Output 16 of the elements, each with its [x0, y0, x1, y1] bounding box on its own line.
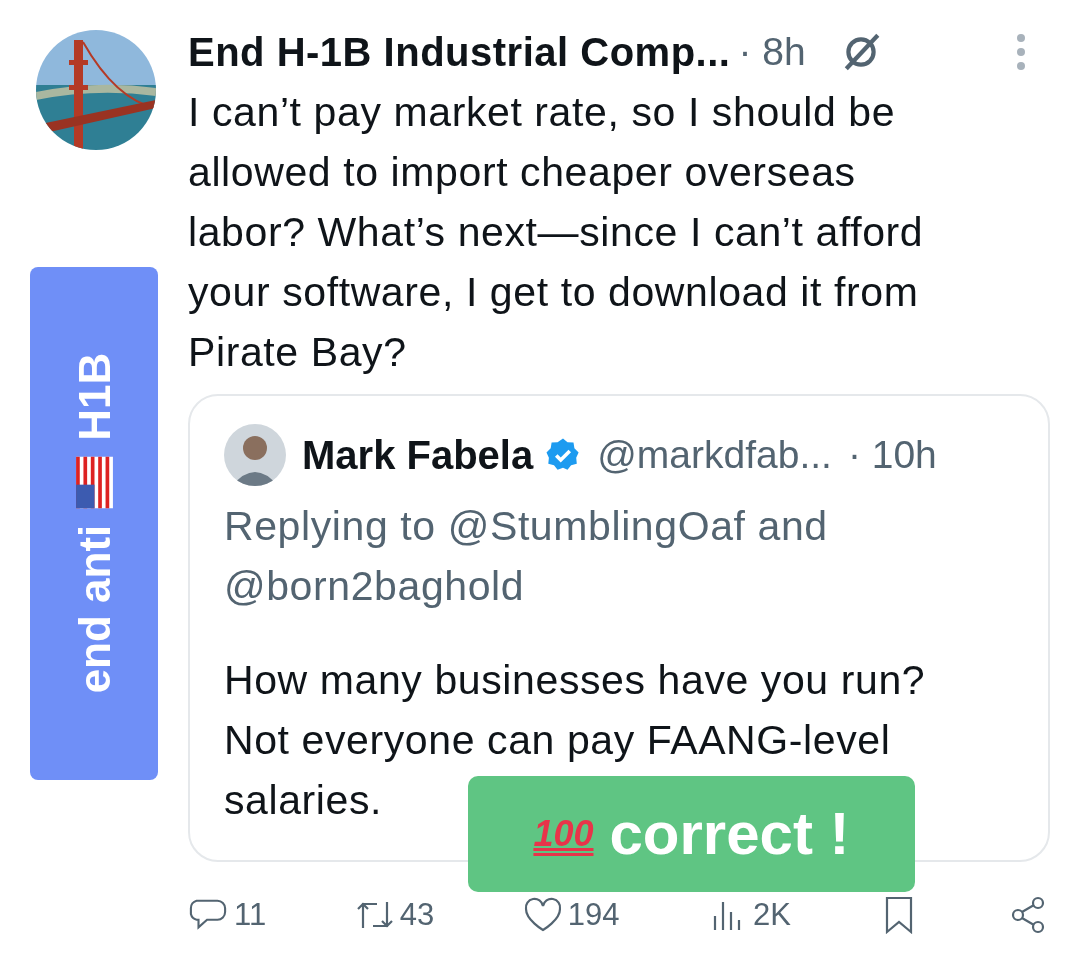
post-time: · 10h: [847, 431, 937, 478]
action-count: 194: [567, 896, 620, 934]
sticker-text: H1B: [68, 352, 120, 441]
post-text: I can’t pay market rate, so I should be allowed to import cheaper overseas labor? What’s next—since I can’t afford your software, I get to download it from Pirate Bay?: [188, 88, 925, 377]
action-count: 11: [234, 896, 267, 934]
flag-icon: [75, 456, 114, 509]
reply-context: Replying to @StumblingOaf and @born2baghold: [224, 502, 829, 611]
post-time: · 8h: [738, 28, 806, 75]
sticker-text: end anti: [68, 524, 120, 694]
more-icon: [1016, 32, 1026, 72]
action-count: 2K: [753, 896, 791, 934]
author-name: Mark Fabela: [302, 432, 534, 479]
sticker-text: correct !: [609, 799, 850, 869]
account-handle: @markdfab...: [597, 431, 832, 478]
action-count: 43: [399, 896, 435, 934]
account-name[interactable]: End H-1B Industrial Comp...: [188, 22, 731, 82]
